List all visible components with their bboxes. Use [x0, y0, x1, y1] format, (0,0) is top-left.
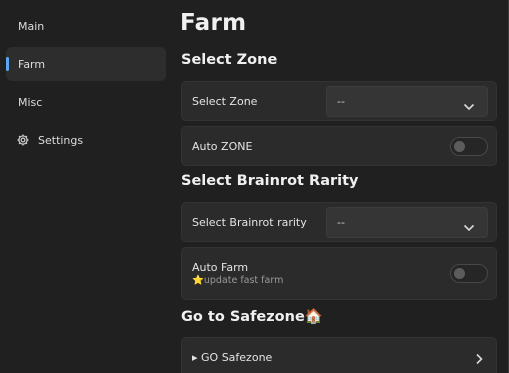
sidebar-item-label: Settings — [38, 133, 84, 147]
rarity-dropdown[interactable]: -- — [326, 207, 488, 238]
rarity-dropdown-card: Select Brainrot rarity -- — [181, 202, 497, 242]
section-title-zone: Select Zone — [181, 52, 278, 68]
chevron-right-icon — [474, 350, 484, 365]
zone-dropdown-card: Select Zone -- — [181, 81, 497, 121]
sidebar-item-misc[interactable]: Misc — [6, 85, 166, 119]
zone-dropdown-label: Select Zone — [192, 95, 258, 108]
auto-farm-toggle[interactable] — [450, 264, 488, 283]
auto-farm-card: Auto Farm ⭐update fast farm — [181, 247, 497, 300]
go-safezone-button[interactable]: ▸ GO Safezone — [181, 337, 497, 373]
section-title-safezone: Go to Safezone🏠 — [181, 309, 323, 325]
auto-zone-card: Auto ZONE — [181, 126, 497, 166]
zone-dropdown[interactable]: -- — [326, 86, 488, 117]
rarity-dropdown-label: Select Brainrot rarity — [192, 216, 307, 229]
chevron-down-icon — [463, 218, 475, 232]
toggle-knob — [454, 141, 465, 152]
rarity-dropdown-value: -- — [337, 216, 345, 229]
sidebar-item-settings[interactable]: Settings — [6, 123, 166, 157]
sidebar-item-main[interactable]: Main — [6, 9, 166, 43]
gear-icon — [16, 133, 30, 147]
chevron-down-icon — [463, 97, 475, 111]
page-title: Farm — [180, 10, 247, 36]
app-window: Main Farm Misc Settings Farm Select Zone… — [0, 0, 509, 373]
go-safezone-label: ▸ GO Safezone — [192, 351, 273, 364]
sidebar-item-farm[interactable]: Farm — [6, 47, 166, 81]
auto-farm-note: ⭐update fast farm — [192, 275, 284, 286]
auto-farm-label: Auto Farm — [192, 261, 249, 274]
auto-zone-label: Auto ZONE — [192, 140, 253, 153]
active-indicator — [6, 57, 9, 71]
section-title-rarity: Select Brainrot Rarity — [181, 173, 359, 189]
sidebar-item-label: Misc — [18, 95, 43, 109]
sidebar-item-label: Farm — [18, 57, 46, 71]
sidebar-item-label: Main — [18, 19, 45, 33]
zone-dropdown-value: -- — [337, 95, 345, 108]
toggle-knob — [454, 268, 465, 279]
main-content: Farm Select Zone Select Zone -- Auto ZON… — [172, 0, 508, 373]
sidebar: Main Farm Misc Settings — [0, 0, 172, 373]
auto-zone-toggle[interactable] — [450, 137, 488, 156]
